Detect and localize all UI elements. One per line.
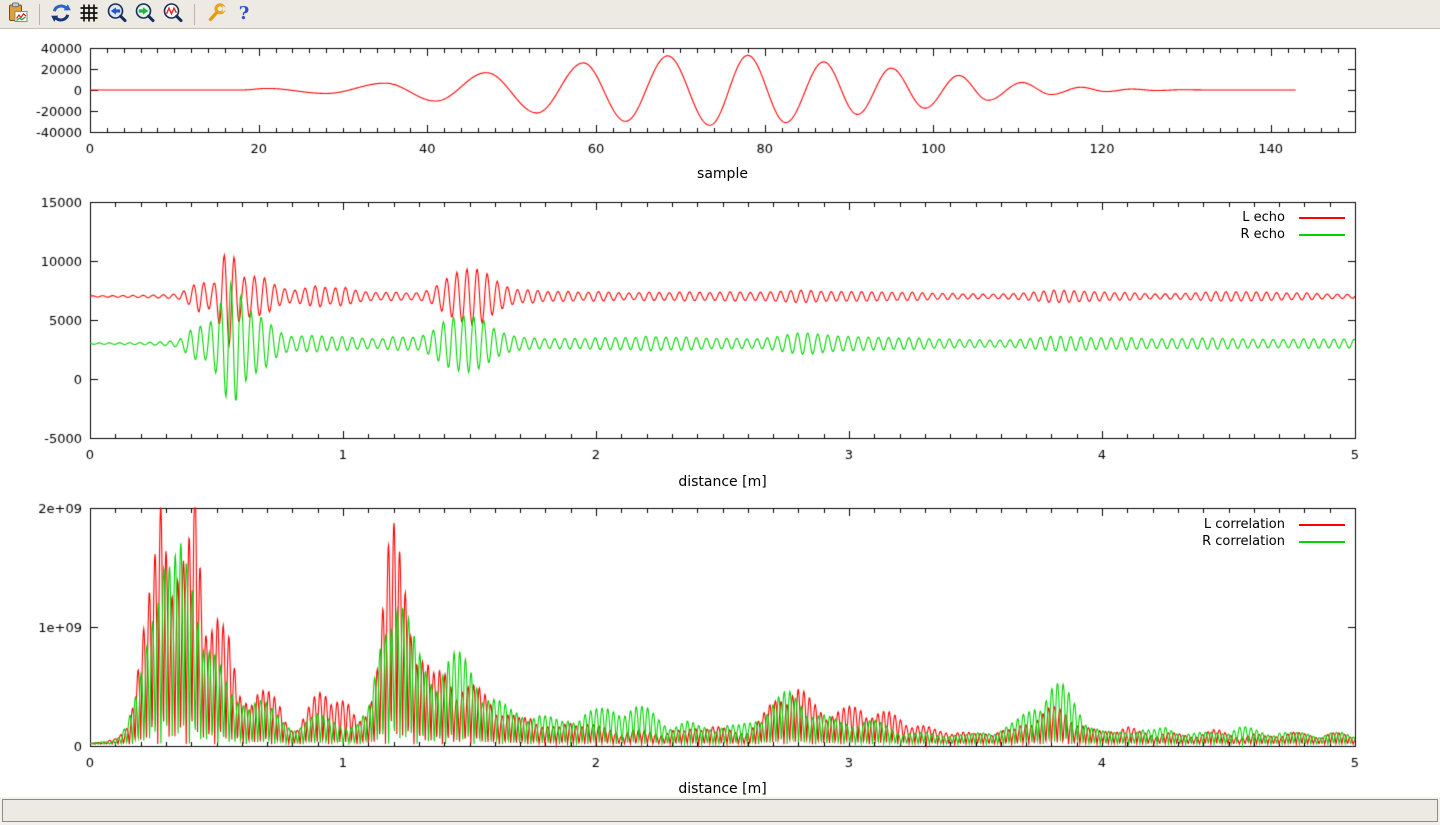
grid-icon xyxy=(78,2,100,27)
x-axis-label-distance-correlation: distance [m] xyxy=(90,781,1355,797)
legend-line-l-echo xyxy=(1299,217,1345,219)
question-mark-icon: ? xyxy=(233,2,255,27)
zoom-next-button[interactable] xyxy=(132,1,158,27)
replot-button[interactable] xyxy=(48,1,74,27)
toolbar: ? xyxy=(0,0,1440,29)
legend-entry-r-echo: R echo xyxy=(1240,228,1345,241)
svg-text:?: ? xyxy=(239,3,250,24)
toolbar-separator xyxy=(39,4,40,25)
zoom-previous-button[interactable] xyxy=(104,1,130,27)
legend-label-l-correlation: L correlation xyxy=(1204,517,1285,532)
legend-label-l-echo: L echo xyxy=(1242,210,1285,225)
zoom-previous-icon xyxy=(106,2,128,27)
toggle-grid-button[interactable] xyxy=(76,1,102,27)
clipboard-copy-icon xyxy=(7,2,29,27)
legend-correlation: L correlation R correlation xyxy=(1202,518,1345,548)
wrench-icon xyxy=(205,2,227,27)
legend-entry-r-correlation: R correlation xyxy=(1202,535,1345,548)
plot-area: sample distance [m] distance [m] L echo … xyxy=(0,30,1440,797)
status-bar xyxy=(0,797,1440,825)
legend-line-l-correlation xyxy=(1299,524,1345,526)
configure-button[interactable] xyxy=(203,1,229,27)
copy-to-clipboard-button[interactable] xyxy=(5,1,31,27)
legend-echo: L echo R echo xyxy=(1240,211,1345,241)
x-axis-label-distance-echo: distance [m] xyxy=(90,474,1355,490)
plot-canvas[interactable] xyxy=(0,30,1440,797)
refresh-icon xyxy=(50,2,72,27)
status-text xyxy=(2,799,1438,822)
autoscale-button[interactable] xyxy=(160,1,186,27)
autoscale-icon xyxy=(162,2,184,27)
legend-entry-l-correlation: L correlation xyxy=(1202,518,1345,531)
zoom-next-icon xyxy=(134,2,156,27)
legend-line-r-echo xyxy=(1299,234,1345,236)
legend-label-r-correlation: R correlation xyxy=(1202,534,1285,549)
help-button[interactable]: ? xyxy=(231,1,257,27)
legend-line-r-correlation xyxy=(1299,541,1345,543)
x-axis-label-sample: sample xyxy=(90,166,1355,182)
legend-label-r-echo: R echo xyxy=(1240,227,1285,242)
gnuplot-window: ? sample distance [m] distance [m] L ech… xyxy=(0,0,1440,825)
legend-entry-l-echo: L echo xyxy=(1240,211,1345,224)
toolbar-separator xyxy=(194,4,195,25)
